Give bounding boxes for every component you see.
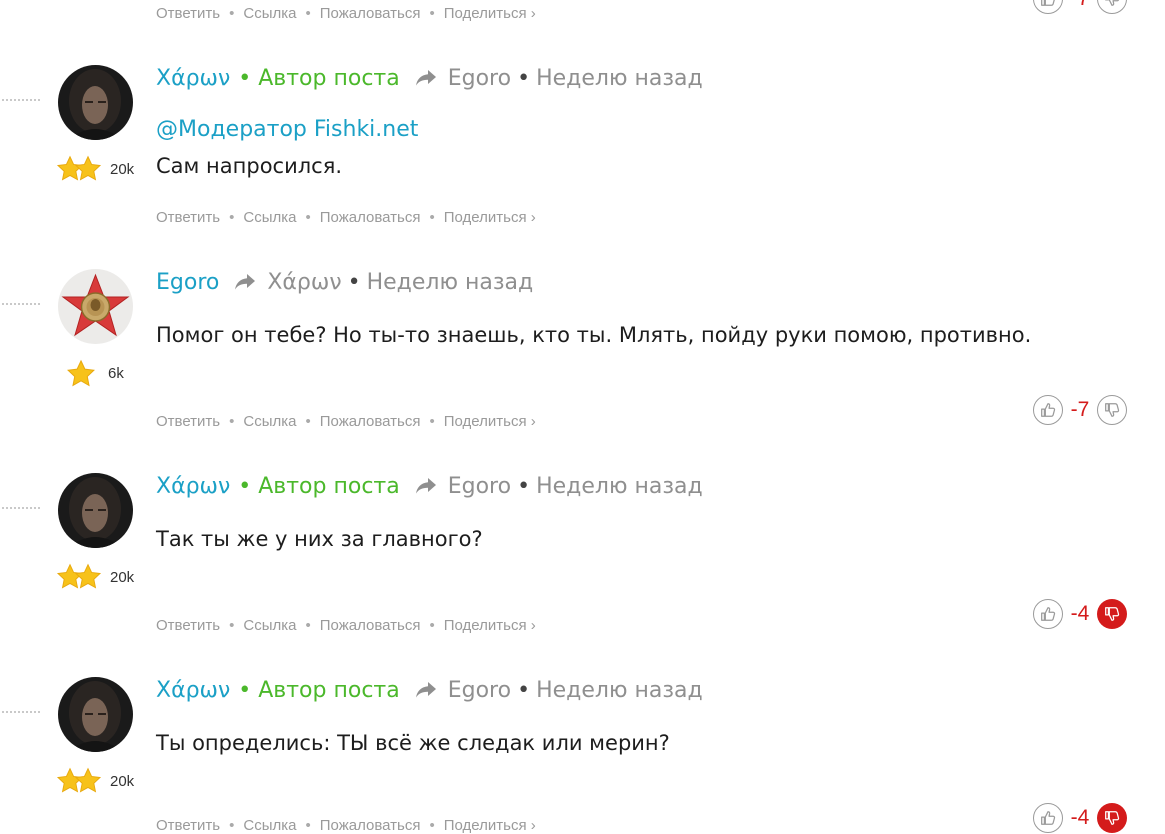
mention-link[interactable]: @Модератор Fishki.net xyxy=(156,117,418,142)
comment-actions: Ответить • Ссылка • Пожаловаться • Подел… xyxy=(156,817,536,834)
reply-link[interactable]: Ответить xyxy=(156,209,220,226)
reply-link[interactable]: Ответить xyxy=(156,413,220,430)
post-author-badge: • Автор поста xyxy=(238,65,400,91)
upvote-button[interactable] xyxy=(1033,0,1063,14)
share-link[interactable]: Поделиться › xyxy=(444,617,536,634)
comment-text: Помог он тебе? Но ты-то знаешь, кто ты. … xyxy=(156,323,1032,347)
reply-link[interactable]: Ответить xyxy=(156,817,220,834)
thumb-up-icon xyxy=(1039,809,1057,827)
author-name[interactable]: Egoro xyxy=(156,270,219,295)
vote-controls: -7 xyxy=(1033,394,1127,426)
thread-line xyxy=(2,303,40,307)
thread-line xyxy=(2,507,40,511)
avatar[interactable] xyxy=(58,677,133,752)
upvote-button[interactable] xyxy=(1033,395,1063,425)
rating-value: 6k xyxy=(108,365,124,382)
report-link[interactable]: Пожаловаться xyxy=(320,413,421,430)
avatar[interactable] xyxy=(58,473,133,548)
downvote-button-active[interactable] xyxy=(1097,803,1127,833)
rating-stars xyxy=(56,559,106,597)
vote-controls: -4 xyxy=(1033,802,1127,834)
downvote-button[interactable] xyxy=(1097,395,1127,425)
avatar[interactable] xyxy=(58,269,133,344)
vote-controls-partial: -7 xyxy=(1033,0,1127,15)
reply-to-name[interactable]: Χάρων xyxy=(267,270,341,295)
comment: 20k Χάρων • Автор поста Egoro • Неделю н… xyxy=(0,677,1165,834)
comment: 20k Χάρων • Автор поста Egoro • Неделю н… xyxy=(0,473,1165,677)
reply-link[interactable]: Ответить xyxy=(156,617,220,634)
thumb-up-icon xyxy=(1039,401,1057,419)
rating-value: 20k xyxy=(110,773,135,790)
comment-header: Egoro Χάρων • Неделю назад xyxy=(156,269,534,295)
upvote-button[interactable] xyxy=(1033,803,1063,833)
link-link[interactable]: Ссылка xyxy=(243,413,296,430)
avatar[interactable] xyxy=(58,65,133,140)
reply-link[interactable]: Ответить xyxy=(156,5,220,22)
vote-score: -4 xyxy=(1070,602,1090,625)
comment: 6k Egoro Χάρων • Неделю назад Помог он т… xyxy=(0,269,1165,473)
thumb-down-icon xyxy=(1103,0,1121,8)
share-link[interactable]: Поделиться › xyxy=(444,5,536,22)
comment-actions: Ответить • Ссылка • Пожаловаться • Подел… xyxy=(156,209,536,226)
vote-score: -7 xyxy=(1069,0,1091,11)
share-link[interactable]: Поделиться › xyxy=(444,413,536,430)
comment-time[interactable]: Неделю назад xyxy=(536,678,703,703)
comment-header: Χάρων • Автор поста Egoro • Неделю назад xyxy=(156,677,703,703)
link-link[interactable]: Ссылка xyxy=(243,817,296,834)
upvote-button[interactable] xyxy=(1033,599,1063,629)
thumb-down-icon xyxy=(1103,809,1121,827)
comment-actions-partial: Ответить • Ссылка • Пожаловаться • Подел… xyxy=(156,5,536,22)
author-name[interactable]: Χάρων xyxy=(156,474,230,499)
comment-header: Χάρων • Автор поста Egoro • Неделю назад xyxy=(156,473,703,499)
comment-text: Сам напросился. xyxy=(156,154,343,178)
comment-time[interactable]: Неделю назад xyxy=(536,66,703,91)
reply-arrow-icon xyxy=(414,68,438,88)
rating-stars xyxy=(56,151,106,189)
report-link[interactable]: Пожаловаться xyxy=(320,817,421,834)
post-author-badge: • Автор поста xyxy=(238,677,400,703)
downvote-button-active[interactable] xyxy=(1097,599,1127,629)
thumb-up-icon xyxy=(1039,0,1057,8)
link-link[interactable]: Ссылка xyxy=(243,209,296,226)
thread-line xyxy=(2,711,40,715)
comment: 20k Χάρων • Автор поста Egoro • Неделю н… xyxy=(0,65,1165,269)
post-author-badge: • Автор поста xyxy=(238,473,400,499)
thumb-down-icon xyxy=(1103,401,1121,419)
link-link[interactable]: Ссылка xyxy=(243,617,296,634)
reply-to-name[interactable]: Egoro xyxy=(448,678,511,703)
vote-controls: -4 xyxy=(1033,598,1127,630)
link-link[interactable]: Ссылка xyxy=(243,5,296,22)
vote-score: -4 xyxy=(1070,806,1090,829)
reply-arrow-icon xyxy=(414,680,438,700)
report-link[interactable]: Пожаловаться xyxy=(320,209,421,226)
rating-stars xyxy=(56,763,106,801)
rating-value: 20k xyxy=(110,569,135,586)
comment-time[interactable]: Неделю назад xyxy=(536,474,703,499)
comment-time[interactable]: Неделю назад xyxy=(367,270,534,295)
rating-stars xyxy=(66,355,100,393)
comment-actions: Ответить • Ссылка • Пожаловаться • Подел… xyxy=(156,617,536,634)
thumb-up-icon xyxy=(1039,605,1057,623)
reply-arrow-icon xyxy=(414,476,438,496)
reply-to-name[interactable]: Egoro xyxy=(448,66,511,91)
author-name[interactable]: Χάρων xyxy=(156,66,230,91)
author-name[interactable]: Χάρων xyxy=(156,678,230,703)
share-link[interactable]: Поделиться › xyxy=(444,817,536,834)
reply-to-name[interactable]: Egoro xyxy=(448,474,511,499)
rating-value: 20k xyxy=(110,161,135,178)
vote-score: -7 xyxy=(1070,398,1090,421)
comment-text: Ты определись: ТЫ всё же следак или мери… xyxy=(156,731,670,755)
thumb-down-icon xyxy=(1103,605,1121,623)
share-link[interactable]: Поделиться › xyxy=(444,209,536,226)
comment-header: Χάρων • Автор поста Egoro • Неделю назад xyxy=(156,65,703,91)
thread-line xyxy=(2,99,40,103)
report-link[interactable]: Пожаловаться xyxy=(320,617,421,634)
reply-arrow-icon xyxy=(233,272,257,292)
comment-text: Так ты же у них за главного? xyxy=(156,527,483,551)
comment-actions: Ответить • Ссылка • Пожаловаться • Подел… xyxy=(156,413,536,430)
report-link[interactable]: Пожаловаться xyxy=(320,5,421,22)
downvote-button[interactable] xyxy=(1097,0,1127,14)
